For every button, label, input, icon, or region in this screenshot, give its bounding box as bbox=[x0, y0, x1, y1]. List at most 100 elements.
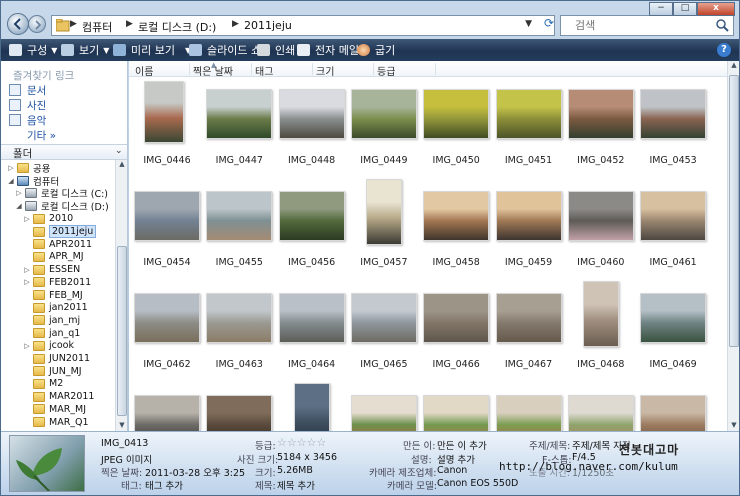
search-box[interactable] bbox=[560, 15, 734, 36]
folder-tree-item[interactable]: JUN_MJ bbox=[23, 365, 82, 377]
photo-thumbnail[interactable] bbox=[278, 191, 345, 241]
column-header-size[interactable]: 크기 bbox=[316, 63, 334, 78]
forward-button[interactable] bbox=[28, 15, 46, 33]
column-divider[interactable] bbox=[251, 63, 252, 75]
file-tile[interactable]: IMG_0459 bbox=[493, 179, 565, 289]
file-tile[interactable]: IMG_0456 bbox=[276, 179, 348, 289]
column-header-rating[interactable]: 등급 bbox=[377, 63, 395, 78]
column-divider[interactable] bbox=[435, 63, 436, 75]
scroll-down-icon[interactable]: ▼ bbox=[117, 421, 127, 431]
breadcrumb-separator[interactable]: ▶ bbox=[126, 19, 133, 29]
folder-tree-item[interactable]: ▷ ESSEN bbox=[23, 264, 80, 276]
photo-thumbnail[interactable] bbox=[350, 395, 417, 431]
file-tile[interactable]: IMG_0453 bbox=[637, 77, 709, 187]
photo-thumbnail[interactable] bbox=[640, 395, 707, 431]
detail-author-value[interactable]: 만든 이 추가 bbox=[437, 438, 487, 452]
photo-thumbnail[interactable] bbox=[350, 89, 417, 139]
organize-button[interactable]: 구성 ▼ bbox=[9, 42, 57, 58]
photo-thumbnail[interactable] bbox=[134, 293, 200, 343]
print-button[interactable]: 인쇄 bbox=[257, 42, 295, 58]
folder-tree-item[interactable]: ▷ FEB2011 bbox=[23, 276, 91, 288]
main-scroll-thumb[interactable] bbox=[729, 75, 739, 347]
breadcrumb-drive-d[interactable]: 로컬 디스크 (D:) bbox=[138, 19, 216, 35]
file-tile[interactable]: IMG_0448 bbox=[276, 77, 348, 187]
file-tile[interactable] bbox=[131, 383, 203, 431]
file-tile[interactable]: IMG_0452 bbox=[565, 77, 637, 187]
folder-tree-item[interactable]: jan_q1 bbox=[23, 327, 80, 339]
folder-tree-item[interactable]: APR_MJ bbox=[23, 251, 84, 263]
photo-thumbnail[interactable] bbox=[423, 293, 490, 343]
favorite-link-documents[interactable]: 문서 bbox=[9, 83, 46, 97]
maximize-button[interactable]: □ bbox=[673, 2, 697, 16]
file-tile[interactable]: IMG_0446 bbox=[131, 77, 203, 187]
photo-thumbnail[interactable] bbox=[206, 191, 273, 241]
slideshow-button[interactable]: 슬라이드 쇼 bbox=[189, 42, 261, 58]
photo-thumbnail[interactable] bbox=[567, 89, 634, 139]
folder-tree-item[interactable]: jan2011 bbox=[23, 302, 88, 314]
views-button[interactable]: 보기 ▼ bbox=[61, 42, 109, 58]
photo-thumbnail[interactable] bbox=[278, 293, 345, 343]
photo-thumbnail[interactable] bbox=[567, 191, 634, 241]
minimize-button[interactable]: − bbox=[649, 2, 673, 16]
file-tile[interactable]: IMG_0449 bbox=[348, 77, 420, 187]
file-tile[interactable]: IMG_0458 bbox=[420, 179, 492, 289]
preview-button[interactable]: 미리 보기▼ bbox=[113, 42, 191, 58]
refresh-icon[interactable]: ⟳ bbox=[541, 16, 557, 34]
file-tile[interactable] bbox=[637, 383, 709, 431]
photo-thumbnail[interactable] bbox=[495, 191, 562, 241]
photo-thumbnail[interactable] bbox=[206, 293, 273, 343]
scroll-down-icon[interactable]: ▼ bbox=[729, 421, 739, 431]
file-tile[interactable]: IMG_0462 bbox=[131, 281, 203, 391]
photo-thumbnail[interactable] bbox=[144, 81, 184, 143]
folders-header[interactable]: 폴더 ⌄ bbox=[1, 144, 127, 160]
favorite-link-pictures[interactable]: 사진 bbox=[9, 98, 46, 112]
file-tile[interactable]: IMG_0457 bbox=[348, 179, 420, 289]
file-tile[interactable]: IMG_0451 bbox=[493, 77, 565, 187]
photo-thumbnail[interactable] bbox=[206, 89, 273, 139]
folder-tree-item[interactable]: MAR2011 bbox=[23, 391, 94, 403]
favorite-link-music[interactable]: 음악 bbox=[9, 113, 46, 127]
search-input[interactable] bbox=[561, 16, 711, 35]
photo-thumbnail[interactable] bbox=[278, 89, 345, 139]
search-icon[interactable] bbox=[716, 19, 729, 32]
tree-scrollbar[interactable]: ▲ ▼ bbox=[115, 160, 127, 431]
photo-thumbnail[interactable] bbox=[640, 191, 707, 241]
photo-thumbnail[interactable] bbox=[495, 89, 562, 139]
folder-tree-item[interactable]: FEB_MJ bbox=[23, 289, 83, 301]
tree-expand-icon[interactable]: ▷ bbox=[23, 266, 31, 274]
tree-collapse-icon[interactable]: ◢ bbox=[7, 177, 15, 185]
tree-scroll-thumb[interactable] bbox=[117, 246, 127, 416]
file-tile[interactable] bbox=[420, 383, 492, 431]
column-divider[interactable] bbox=[312, 63, 313, 75]
photo-thumbnail[interactable] bbox=[582, 281, 619, 347]
photo-thumbnail[interactable] bbox=[350, 293, 417, 343]
tree-collapse-icon[interactable]: ◢ bbox=[15, 202, 23, 210]
folder-tree-item[interactable]: MAR_Q1 bbox=[23, 416, 89, 428]
photo-thumbnail[interactable] bbox=[134, 191, 200, 241]
photo-thumbnail[interactable] bbox=[293, 383, 330, 431]
folder-tree-item[interactable]: JUN2011 bbox=[23, 353, 90, 365]
tree-expand-icon[interactable]: ▷ bbox=[23, 215, 31, 223]
photo-thumbnail[interactable] bbox=[423, 191, 490, 241]
breadcrumb-separator[interactable]: ▶ bbox=[232, 19, 239, 29]
scroll-up-icon[interactable]: ▲ bbox=[729, 61, 739, 71]
file-tile[interactable] bbox=[348, 383, 420, 431]
file-tile[interactable]: IMG_0465 bbox=[348, 281, 420, 391]
file-tile[interactable]: IMG_0455 bbox=[203, 179, 275, 289]
photo-thumbnail[interactable] bbox=[640, 293, 707, 343]
photo-thumbnail[interactable] bbox=[495, 293, 562, 343]
tree-expand-icon[interactable]: ▷ bbox=[23, 342, 31, 350]
detail-date-value[interactable]: 2011-03-28 오후 3:25 bbox=[145, 465, 245, 479]
file-tile[interactable] bbox=[565, 383, 637, 431]
photo-thumbnail[interactable] bbox=[423, 89, 490, 139]
column-header-date-taken[interactable]: 찍은 날짜 bbox=[193, 63, 233, 78]
folder-tree-item[interactable]: ◢ 로컬 디스크 (D:) bbox=[15, 200, 109, 213]
folder-tree-item[interactable]: jan_mj bbox=[23, 314, 80, 326]
help-button[interactable]: ? bbox=[717, 43, 731, 57]
column-divider[interactable] bbox=[373, 63, 374, 75]
file-tile[interactable]: IMG_0464 bbox=[276, 281, 348, 391]
photo-thumbnail[interactable] bbox=[567, 395, 634, 431]
folder-tree-item[interactable]: M2 bbox=[23, 378, 63, 390]
folder-tree-item[interactable]: ▷ 공용 bbox=[7, 162, 50, 175]
email-button[interactable]: 전자 메일 bbox=[297, 42, 359, 58]
